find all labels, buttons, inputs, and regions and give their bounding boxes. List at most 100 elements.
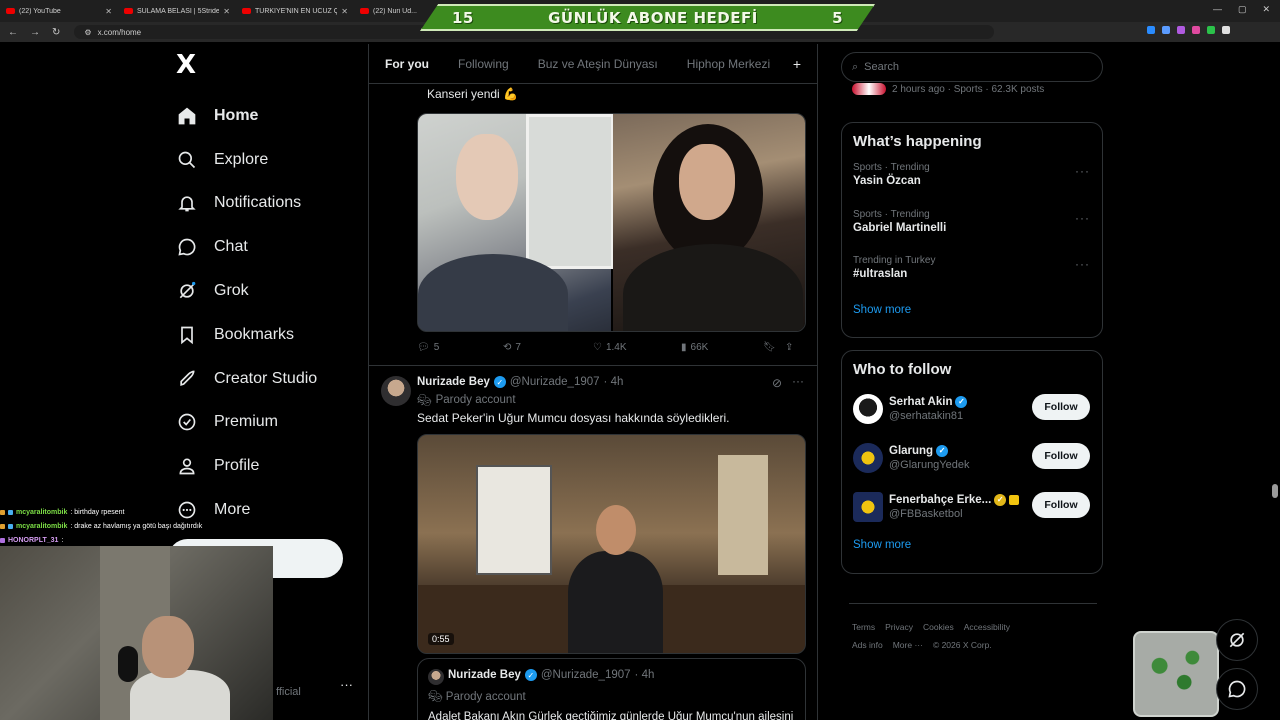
extension-icon[interactable] (1207, 26, 1215, 34)
mirror-shape (526, 114, 614, 269)
show-more-link[interactable]: Show more (842, 296, 1102, 328)
post-image[interactable] (612, 114, 805, 331)
chat-message: HONORPLT_31: (0, 533, 260, 547)
nav-item-home[interactable]: Home (170, 94, 360, 138)
footer-link-privacy[interactable]: Privacy (885, 622, 913, 632)
nav-item-explore[interactable]: Explore (170, 138, 360, 182)
follow-button[interactable]: Follow (1032, 492, 1090, 518)
reload-icon[interactable]: ↻ (52, 27, 60, 38)
back-icon[interactable]: ← (8, 27, 18, 38)
author-name[interactable]: Nurizade Bey (417, 376, 490, 388)
whiteboard-shape (476, 465, 552, 575)
footer-link-cookies[interactable]: Cookies (923, 622, 954, 632)
footer-link-ads-info[interactable]: Ads info (852, 640, 883, 650)
page-scrollbar[interactable] (1272, 484, 1278, 498)
follow-suggestion[interactable]: Glarung ✓ @GlarungYedek Follow (842, 433, 1102, 482)
forward-icon[interactable]: → (30, 27, 40, 38)
nav-item-bookmarks[interactable]: Bookmarks (170, 313, 360, 357)
footer-link-terms[interactable]: Terms (852, 622, 875, 632)
nav-item-grok[interactable]: Grok (170, 269, 360, 313)
grok-floating-button[interactable] (1216, 619, 1258, 661)
verified-badge-icon: ✓ (955, 395, 968, 408)
site-info-icon[interactable]: ⚙ (84, 28, 91, 37)
post-media[interactable] (417, 113, 806, 332)
repost-icon: ⟲ (503, 342, 512, 353)
reply-icon: 💬︎ (417, 342, 430, 353)
close-window-icon[interactable]: ✕ (1262, 4, 1270, 15)
nav-item-creator-studio[interactable]: Creator Studio (170, 357, 360, 401)
views-button[interactable]: ▮ 66K (681, 342, 763, 353)
grok-icon (1229, 632, 1245, 648)
grok-icon[interactable]: ⊘ (772, 376, 782, 390)
author-handle[interactable]: @Nurizade_1907 (510, 376, 600, 388)
tab-for-you[interactable]: For you (385, 57, 429, 71)
section-title: What’s happening (853, 133, 982, 150)
left-sidebar: X Home Explore Notifications Chat Grok B… (170, 50, 360, 532)
repost-button[interactable]: ⟲ 7 (503, 342, 593, 353)
tab-buz-ve-atesin-dunyasi[interactable]: Buz ve Ateşin Dünyası (538, 57, 658, 71)
reply-button[interactable]: 💬︎ 5 (417, 342, 503, 353)
nav-item-premium[interactable]: Premium (170, 401, 360, 445)
quoted-post[interactable]: Nurizade Bey ✓ @Nurizade_1907 · 4h 🎭︎ Pa… (417, 658, 806, 720)
close-tab-icon[interactable]: ✕ (105, 7, 112, 16)
extension-icon[interactable] (1147, 26, 1155, 34)
person-coat-shape (622, 244, 803, 331)
minimize-icon[interactable]: — (1213, 4, 1222, 15)
avatar[interactable] (381, 376, 411, 406)
chat-badge-icon (0, 537, 5, 543)
parody-label: 🎭︎ Parody account (428, 691, 526, 703)
more-options-icon[interactable]: ··· (1075, 257, 1090, 271)
more-options-icon[interactable]: ··· (1075, 211, 1090, 225)
close-tab-icon[interactable]: ✕ (341, 7, 348, 16)
post-text: Kanseri yendi 💪 (427, 87, 518, 101)
banner-left-number: 15 (452, 8, 474, 27)
nav-item-profile[interactable]: Profile (170, 444, 360, 488)
nav-item-notifications[interactable]: Notifications (170, 182, 360, 226)
footer-link-accessibility[interactable]: Accessibility (964, 622, 1010, 632)
section-title: Who to follow (853, 361, 952, 378)
post-image[interactable] (418, 114, 614, 331)
extension-icon[interactable] (1162, 26, 1170, 34)
close-tab-icon[interactable]: ✕ (223, 7, 230, 16)
post-video[interactable]: 0:55 (417, 434, 806, 654)
banner-title: GÜNLÜK ABONE HEDEFİ (548, 8, 758, 27)
subscriber-goal-banner: 15 GÜNLÜK ABONE HEDEFİ 5 (420, 4, 875, 31)
messages-floating-button[interactable] (1216, 668, 1258, 710)
share-icon: ⇪ (785, 342, 794, 353)
stream-chat: mcyaralitombik: birthday rpesent mcyaral… (0, 505, 260, 547)
profile-icon (176, 455, 198, 477)
maximize-icon[interactable]: ▢ (1238, 4, 1247, 15)
browser-tab[interactable]: (22) YouTube ✕ (0, 0, 118, 22)
follow-button[interactable]: Follow (1032, 443, 1090, 469)
post-divider (369, 365, 817, 366)
tab-hiphop-merkezi[interactable]: Hiphop Merkezi (687, 57, 770, 71)
trend-item[interactable]: Sports · Trending Yasin Özcan ··· (842, 156, 1102, 203)
chat-message: mcyaralitombik: drake az havlamış ya göt… (0, 519, 260, 533)
search-input[interactable]: ⌕ Search (841, 52, 1103, 82)
browser-tab[interactable]: TÜRKİYE'NİN EN UCUZ ÇİĞ KÖ...✕ (236, 0, 354, 22)
follow-button[interactable]: Follow (1032, 394, 1090, 420)
extension-icon[interactable] (1222, 26, 1230, 34)
extension-icon[interactable] (1177, 26, 1185, 34)
follow-suggestion[interactable]: Fenerbahçe Erke... ✓ @FBBasketbol Follow (842, 482, 1102, 531)
share-button[interactable]: ⇪ (785, 342, 793, 353)
extension-icon[interactable] (1192, 26, 1200, 34)
nav-item-chat[interactable]: Chat (170, 225, 360, 269)
more-options-icon[interactable]: ··· (1075, 164, 1090, 178)
add-tab-icon[interactable]: + (793, 56, 801, 72)
trend-item[interactable]: Trending in Turkey #ultraslan ··· (842, 249, 1102, 296)
x-logo[interactable]: X (176, 50, 360, 80)
follow-suggestion[interactable]: Serhat Akin ✓ @serhatakin81 Follow (842, 384, 1102, 433)
post-time[interactable]: · 4h (604, 376, 624, 388)
like-button[interactable]: ♡ 1.4K (593, 342, 681, 353)
bookmark-button[interactable]: 🔖︎ (763, 342, 785, 353)
show-more-link[interactable]: Show more (842, 531, 1102, 563)
trend-item[interactable]: Sports · Trending Gabriel Martinelli ··· (842, 203, 1102, 250)
views-icon: ▮ (681, 342, 687, 353)
tab-following[interactable]: Following (458, 57, 509, 71)
more-options-icon[interactable]: ··· (792, 374, 804, 388)
account-menu-icon[interactable]: ··· (340, 677, 353, 692)
browser-tab[interactable]: SULAMA BELASI | 5Striders | M...✕ (118, 0, 236, 22)
footer-link-more[interactable]: More ··· (893, 640, 923, 650)
chat-icon (176, 236, 198, 258)
